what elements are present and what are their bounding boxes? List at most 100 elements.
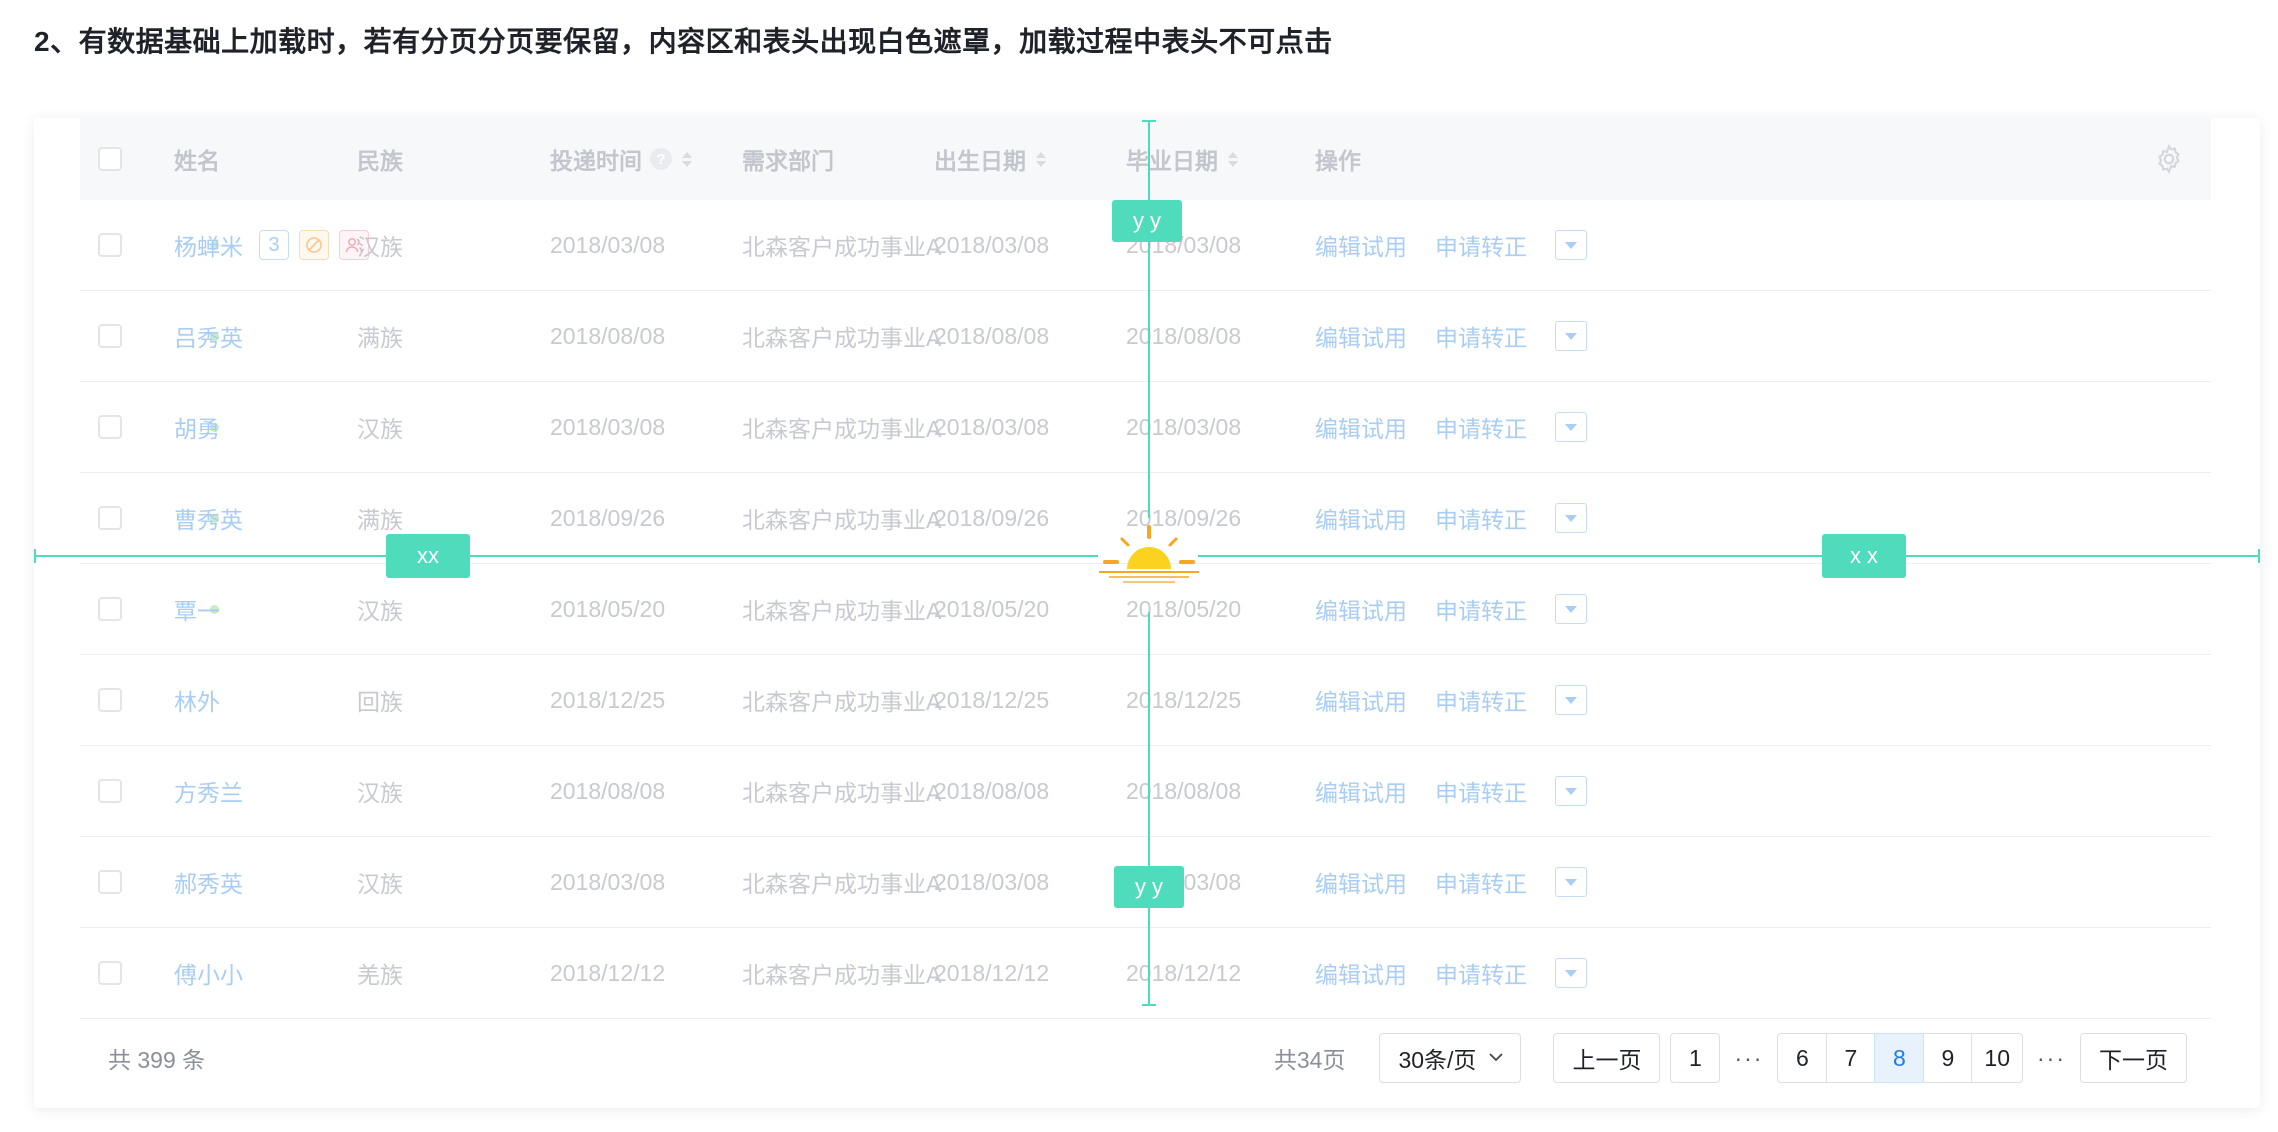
candidate-name-link[interactable]: 郝秀英: [174, 865, 243, 899]
edit-trial-link[interactable]: 编辑试用: [1315, 592, 1407, 626]
apply-regular-link[interactable]: 申请转正: [1435, 956, 1527, 990]
measure-label-right: x x: [1822, 534, 1906, 578]
more-actions-dropdown[interactable]: [1555, 230, 1587, 260]
apply-regular-link[interactable]: 申请转正: [1435, 592, 1527, 626]
actions-cell: 编辑试用 申请转正: [1315, 291, 1587, 381]
ethnicity-cell: 汉族: [357, 871, 403, 897]
candidate-name-link[interactable]: 杨蝉米: [174, 228, 243, 262]
apply-regular-link[interactable]: 申请转正: [1435, 683, 1527, 717]
row-checkbox[interactable]: [98, 688, 122, 712]
edit-trial-link[interactable]: 编辑试用: [1315, 683, 1407, 717]
birth-cell: 2018/03/08: [934, 868, 1050, 895]
page-button[interactable]: 9: [1922, 1033, 1973, 1083]
row-checkbox[interactable]: [98, 597, 122, 621]
row-checkbox[interactable]: [98, 870, 122, 894]
edit-trial-link[interactable]: 编辑试用: [1315, 410, 1407, 444]
table-footer: 共 399 条 共34页 30条/页 上一页 1 ··· 6 7 8 9 10 ··· …: [80, 1008, 2211, 1108]
row-checkbox[interactable]: [98, 506, 122, 530]
candidate-name-link[interactable]: 吕秀英: [174, 319, 243, 353]
table-header: 姓名 民族 投递时间 ? 需求部门 出生日期 毕业日期 操作: [80, 118, 2211, 200]
more-actions-dropdown[interactable]: [1555, 594, 1587, 624]
chevron-down-icon: [1488, 1049, 1504, 1067]
actions-cell: 编辑试用 申请转正: [1315, 200, 1587, 290]
settings-gear-icon: [2139, 118, 2199, 200]
measure-line-top: [1148, 120, 1150, 518]
more-actions-dropdown[interactable]: [1555, 685, 1587, 715]
table-row: 林外 回族 2018/12/25 北森客户成功事业A 2018/12/25 2018/12…: [80, 655, 2211, 746]
more-actions-dropdown[interactable]: [1555, 867, 1587, 897]
caret-down-icon: [1565, 787, 1577, 795]
edit-trial-link[interactable]: 编辑试用: [1315, 865, 1407, 899]
select-all-checkbox[interactable]: [98, 147, 122, 171]
measure-endcap: [1142, 120, 1156, 122]
candidate-name-link[interactable]: 傅小小: [174, 956, 243, 990]
candidate-name-link[interactable]: 胡勇: [174, 410, 220, 444]
apply-regular-link[interactable]: 申请转正: [1435, 410, 1527, 444]
row-checkbox[interactable]: [98, 415, 122, 439]
page-button[interactable]: 10: [1971, 1033, 2024, 1083]
candidate-name-link[interactable]: 覃一: [174, 592, 220, 626]
caret-down-icon: [1565, 514, 1577, 522]
more-actions-dropdown[interactable]: [1555, 776, 1587, 806]
edit-trial-link[interactable]: 编辑试用: [1315, 319, 1407, 353]
caret-down-icon: [1565, 423, 1577, 431]
more-actions-dropdown[interactable]: [1555, 503, 1587, 533]
submitted-cell: 2018/08/08: [550, 777, 666, 804]
more-actions-dropdown[interactable]: [1555, 412, 1587, 442]
row-checkbox-cell: [98, 473, 122, 563]
name-cell: 郝秀英: [174, 837, 243, 927]
row-checkbox[interactable]: [98, 961, 122, 985]
grad-cell: 2018/12/25: [1126, 686, 1242, 713]
sort-icon: [682, 151, 692, 167]
pagination-ellipsis[interactable]: ···: [2037, 1045, 2066, 1072]
candidate-name-link[interactable]: 林外: [174, 683, 220, 717]
candidate-name-link[interactable]: 曹秀英: [174, 501, 243, 535]
birth-cell: 2018/12/25: [934, 686, 1050, 713]
candidate-name-link[interactable]: 方秀兰: [174, 774, 243, 808]
measure-endcap: [2258, 549, 2260, 563]
table-row: 胡勇 汉族 2018/03/08 北森客户成功事业A 2018/03/08 2018/03…: [80, 382, 2211, 473]
edit-trial-link[interactable]: 编辑试用: [1315, 501, 1407, 535]
birth-cell: 2018/12/12: [934, 959, 1050, 986]
table-row: 吕秀英 满族 2018/08/08 北森客户成功事业A 2018/08/08 2018/0…: [80, 291, 2211, 382]
pagination-ellipsis[interactable]: ···: [1734, 1045, 1763, 1072]
submitted-cell: 2018/08/08: [550, 322, 666, 349]
caret-down-icon: [1565, 969, 1577, 977]
edit-trial-link[interactable]: 编辑试用: [1315, 774, 1407, 808]
birth-cell: 2018/08/08: [934, 322, 1050, 349]
row-checkbox[interactable]: [98, 324, 122, 348]
apply-regular-link[interactable]: 申请转正: [1435, 228, 1527, 262]
apply-regular-link[interactable]: 申请转正: [1435, 865, 1527, 899]
next-page-button[interactable]: 下一页: [2080, 1033, 2187, 1083]
apply-regular-link[interactable]: 申请转正: [1435, 774, 1527, 808]
apply-regular-link[interactable]: 申请转正: [1435, 319, 1527, 353]
actions-cell: 编辑试用 申请转正: [1315, 655, 1587, 745]
page-button-first[interactable]: 1: [1670, 1033, 1721, 1083]
caret-down-icon: [1565, 878, 1577, 886]
row-checkbox[interactable]: [98, 233, 122, 257]
edit-trial-link[interactable]: 编辑试用: [1315, 228, 1407, 262]
row-checkbox[interactable]: [98, 779, 122, 803]
page-button[interactable]: 6: [1777, 1033, 1828, 1083]
more-actions-dropdown[interactable]: [1555, 958, 1587, 988]
col-header-ethnicity: 民族: [357, 148, 403, 174]
table-row: 方秀兰 汉族 2018/08/08 北森客户成功事业A 2018/08/08 2018/0…: [80, 746, 2211, 837]
page-size-select[interactable]: 30条/页: [1379, 1033, 1522, 1083]
measure-line-bottom: [1148, 612, 1150, 1006]
actions-cell: 编辑试用 申请转正: [1315, 382, 1587, 472]
more-actions-dropdown[interactable]: [1555, 321, 1587, 351]
col-header-actions: 操作: [1315, 148, 1361, 174]
page-button[interactable]: 7: [1825, 1033, 1876, 1083]
help-icon: ?: [650, 148, 672, 170]
actions-cell: 编辑试用 申请转正: [1315, 837, 1587, 927]
actions-cell: 编辑试用 申请转正: [1315, 473, 1587, 563]
page-size-value: 30条/页: [1398, 1047, 1477, 1073]
apply-regular-link[interactable]: 申请转正: [1435, 501, 1527, 535]
edit-trial-link[interactable]: 编辑试用: [1315, 956, 1407, 990]
grad-cell: 2018/08/08: [1126, 322, 1242, 349]
page-button[interactable]: 8: [1874, 1033, 1925, 1083]
prev-page-button[interactable]: 上一页: [1553, 1033, 1661, 1083]
caret-down-icon: [1565, 605, 1577, 613]
row-checkbox-cell: [98, 564, 122, 654]
sort-icon: [1228, 151, 1238, 167]
